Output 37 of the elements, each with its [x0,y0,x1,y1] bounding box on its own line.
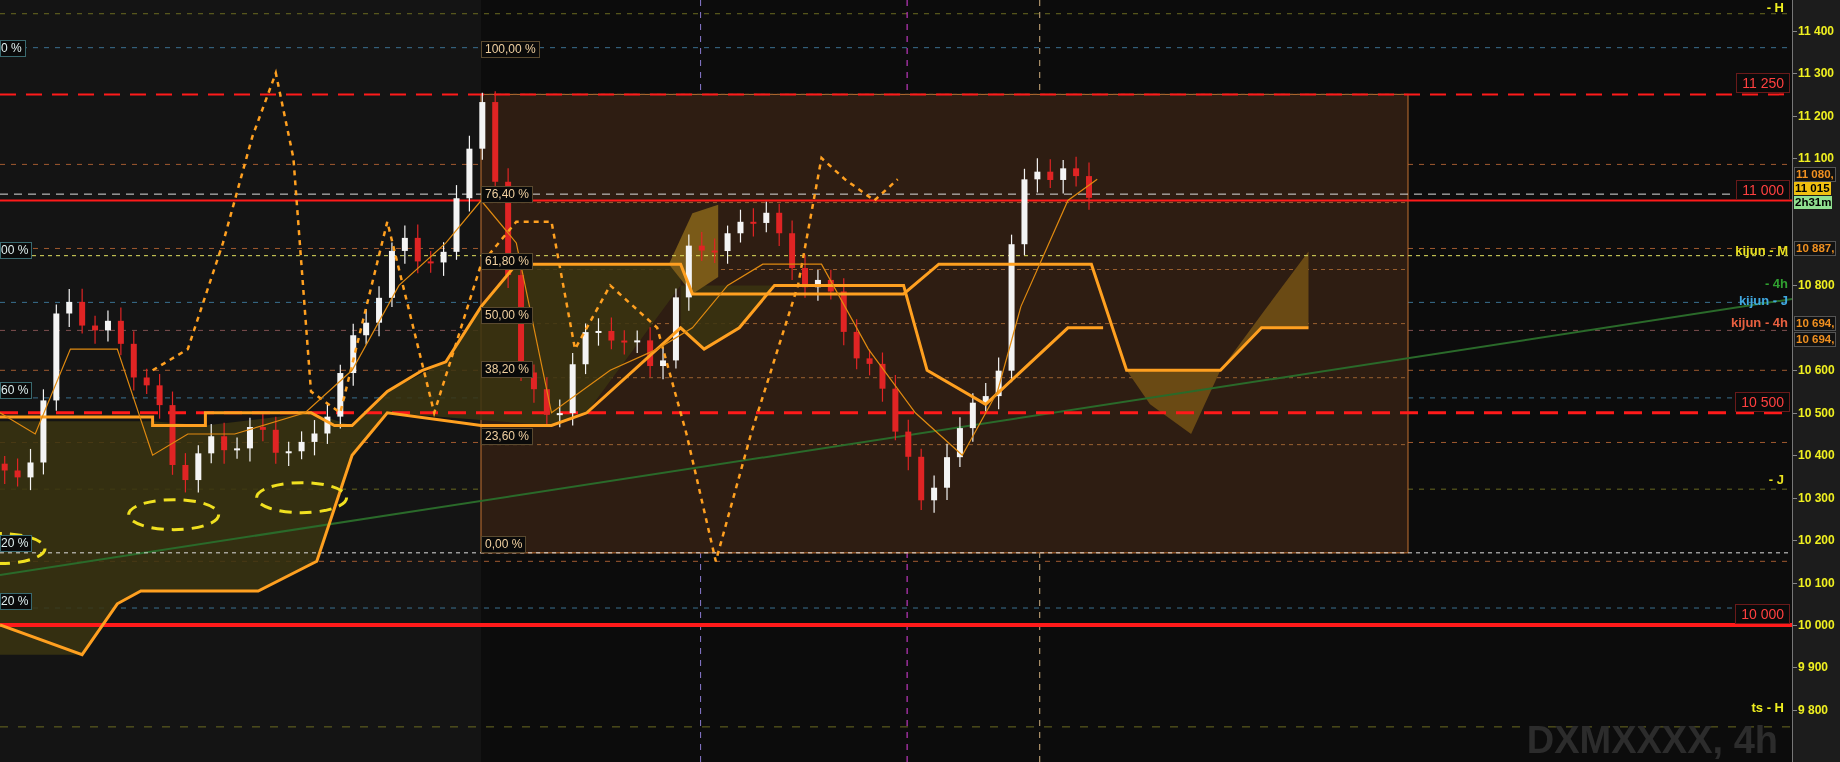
line-label: kijun - M [1735,243,1788,258]
line-label: - H [1766,0,1784,15]
fibonacci-level-label: 20 % [0,535,33,552]
price-tick-label: 9 800 [1798,702,1829,717]
price-tag: 10 887, [1794,241,1837,256]
fibonacci-level-label: 100,00 % [481,41,540,59]
price-tick-label: 10 400 [1798,448,1835,463]
fibonacci-level-label: 60 % [0,382,33,399]
line-label: kijun - 4h [1730,315,1788,330]
price-tag: 10 694, [1794,316,1837,331]
candle-timer-tag: 2h31m [1794,196,1833,209]
price-tick-label: 10 600 [1798,363,1835,378]
price-tick-label: 10 300 [1798,490,1835,505]
price-level-label: 11 250 [1736,73,1790,94]
price-tag: 10 694, [1794,332,1837,347]
price-tick-label: 11 400 [1798,23,1835,38]
line-label: - J [1768,472,1784,487]
price-level-label: 11 000 [1736,179,1790,200]
price-tick-label: 11 200 [1798,108,1835,123]
price-tick-label: 10 800 [1798,278,1835,293]
fibonacci-level-label: 20 % [0,593,33,610]
price-tick-label: 10 200 [1798,533,1835,548]
price-tick-label: 11 100 [1798,151,1835,166]
price-level-label: 10 500 [1735,391,1790,412]
price-tick-label: 11 300 [1798,66,1835,81]
fibonacci-level-label: 00 % [0,242,33,259]
price-tag: 11 015 [1794,182,1831,195]
price-tick-label: 10 000 [1798,618,1835,632]
price-tick-label: 10 100 [1798,575,1835,590]
line-label: kijun - J [1738,293,1788,308]
price-tag: 11 080, [1794,167,1836,182]
price-level-label: 10 000 [1735,604,1790,624]
line-label: ts - H [1751,700,1784,715]
price-tick-label: 10 500 [1798,405,1835,420]
fibonacci-level-label: 0 % [0,40,26,57]
line-label: - 4h [1764,276,1788,291]
price-tick-label: 9 900 [1798,660,1829,675]
